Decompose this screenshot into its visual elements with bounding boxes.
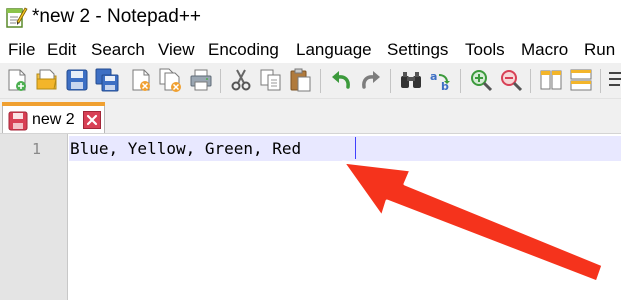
sync-vertical-icon[interactable] bbox=[538, 67, 564, 93]
line-number-gutter: 1 bbox=[0, 134, 68, 300]
menu-run[interactable]: Run bbox=[584, 40, 615, 60]
menu-search[interactable]: Search bbox=[91, 40, 145, 60]
save-icon[interactable] bbox=[64, 67, 90, 93]
toolbar-separator bbox=[460, 69, 461, 93]
sync-horizontal-icon[interactable] bbox=[568, 67, 594, 93]
svg-text:a: a bbox=[430, 70, 437, 83]
toolbar-separator bbox=[600, 69, 601, 93]
tab-bar: new 2 bbox=[0, 99, 621, 133]
tab-new-2[interactable]: new 2 bbox=[2, 102, 105, 133]
editor-area[interactable]: 1 Blue, Yellow, Green, Red bbox=[0, 133, 621, 300]
replace-icon[interactable]: ab bbox=[428, 67, 454, 93]
menu-encoding[interactable]: Encoding bbox=[208, 40, 279, 60]
new-file-icon[interactable] bbox=[4, 67, 30, 93]
text-caret bbox=[355, 137, 356, 159]
redo-icon[interactable] bbox=[358, 67, 384, 93]
toolbar-separator bbox=[320, 69, 321, 93]
menu-view[interactable]: View bbox=[158, 40, 195, 60]
active-tab-indicator bbox=[2, 102, 105, 106]
undo-icon[interactable] bbox=[328, 67, 354, 93]
close-icon[interactable] bbox=[128, 67, 154, 93]
word-wrap-icon[interactable] bbox=[606, 67, 621, 93]
unsaved-floppy-icon bbox=[8, 111, 28, 131]
window-title: *new 2 - Notepad++ bbox=[32, 6, 202, 27]
tab-label: new 2 bbox=[32, 111, 75, 128]
toolbar: ab bbox=[0, 63, 621, 99]
copy-icon[interactable] bbox=[258, 67, 284, 93]
zoom-in-icon[interactable] bbox=[468, 67, 494, 93]
menu-macro[interactable]: Macro bbox=[521, 40, 568, 60]
toolbar-separator bbox=[220, 69, 221, 93]
find-icon[interactable] bbox=[398, 67, 424, 93]
cut-icon[interactable] bbox=[228, 67, 254, 93]
tab-close-icon[interactable] bbox=[83, 111, 101, 129]
toolbar-separator bbox=[530, 69, 531, 93]
open-file-icon[interactable] bbox=[34, 67, 60, 93]
zoom-out-icon[interactable] bbox=[498, 67, 524, 93]
menu-settings[interactable]: Settings bbox=[387, 40, 448, 60]
line-number: 1 bbox=[32, 140, 42, 158]
title-bar: *new 2 - Notepad++ bbox=[0, 0, 621, 35]
menu-tools[interactable]: Tools bbox=[465, 40, 505, 60]
menu-language[interactable]: Language bbox=[296, 40, 372, 60]
save-all-icon[interactable] bbox=[94, 67, 120, 93]
menu-file[interactable]: File bbox=[8, 40, 35, 60]
print-icon[interactable] bbox=[188, 67, 214, 93]
toolbar-separator bbox=[390, 69, 391, 93]
notepad-plus-plus-icon bbox=[4, 5, 28, 29]
close-all-icon[interactable] bbox=[158, 67, 184, 93]
paste-icon[interactable] bbox=[288, 67, 314, 93]
menu-edit[interactable]: Edit bbox=[47, 40, 76, 60]
menu-bar: File Edit Search View Encoding Language … bbox=[0, 35, 621, 63]
code-line[interactable]: Blue, Yellow, Green, Red bbox=[70, 139, 301, 158]
